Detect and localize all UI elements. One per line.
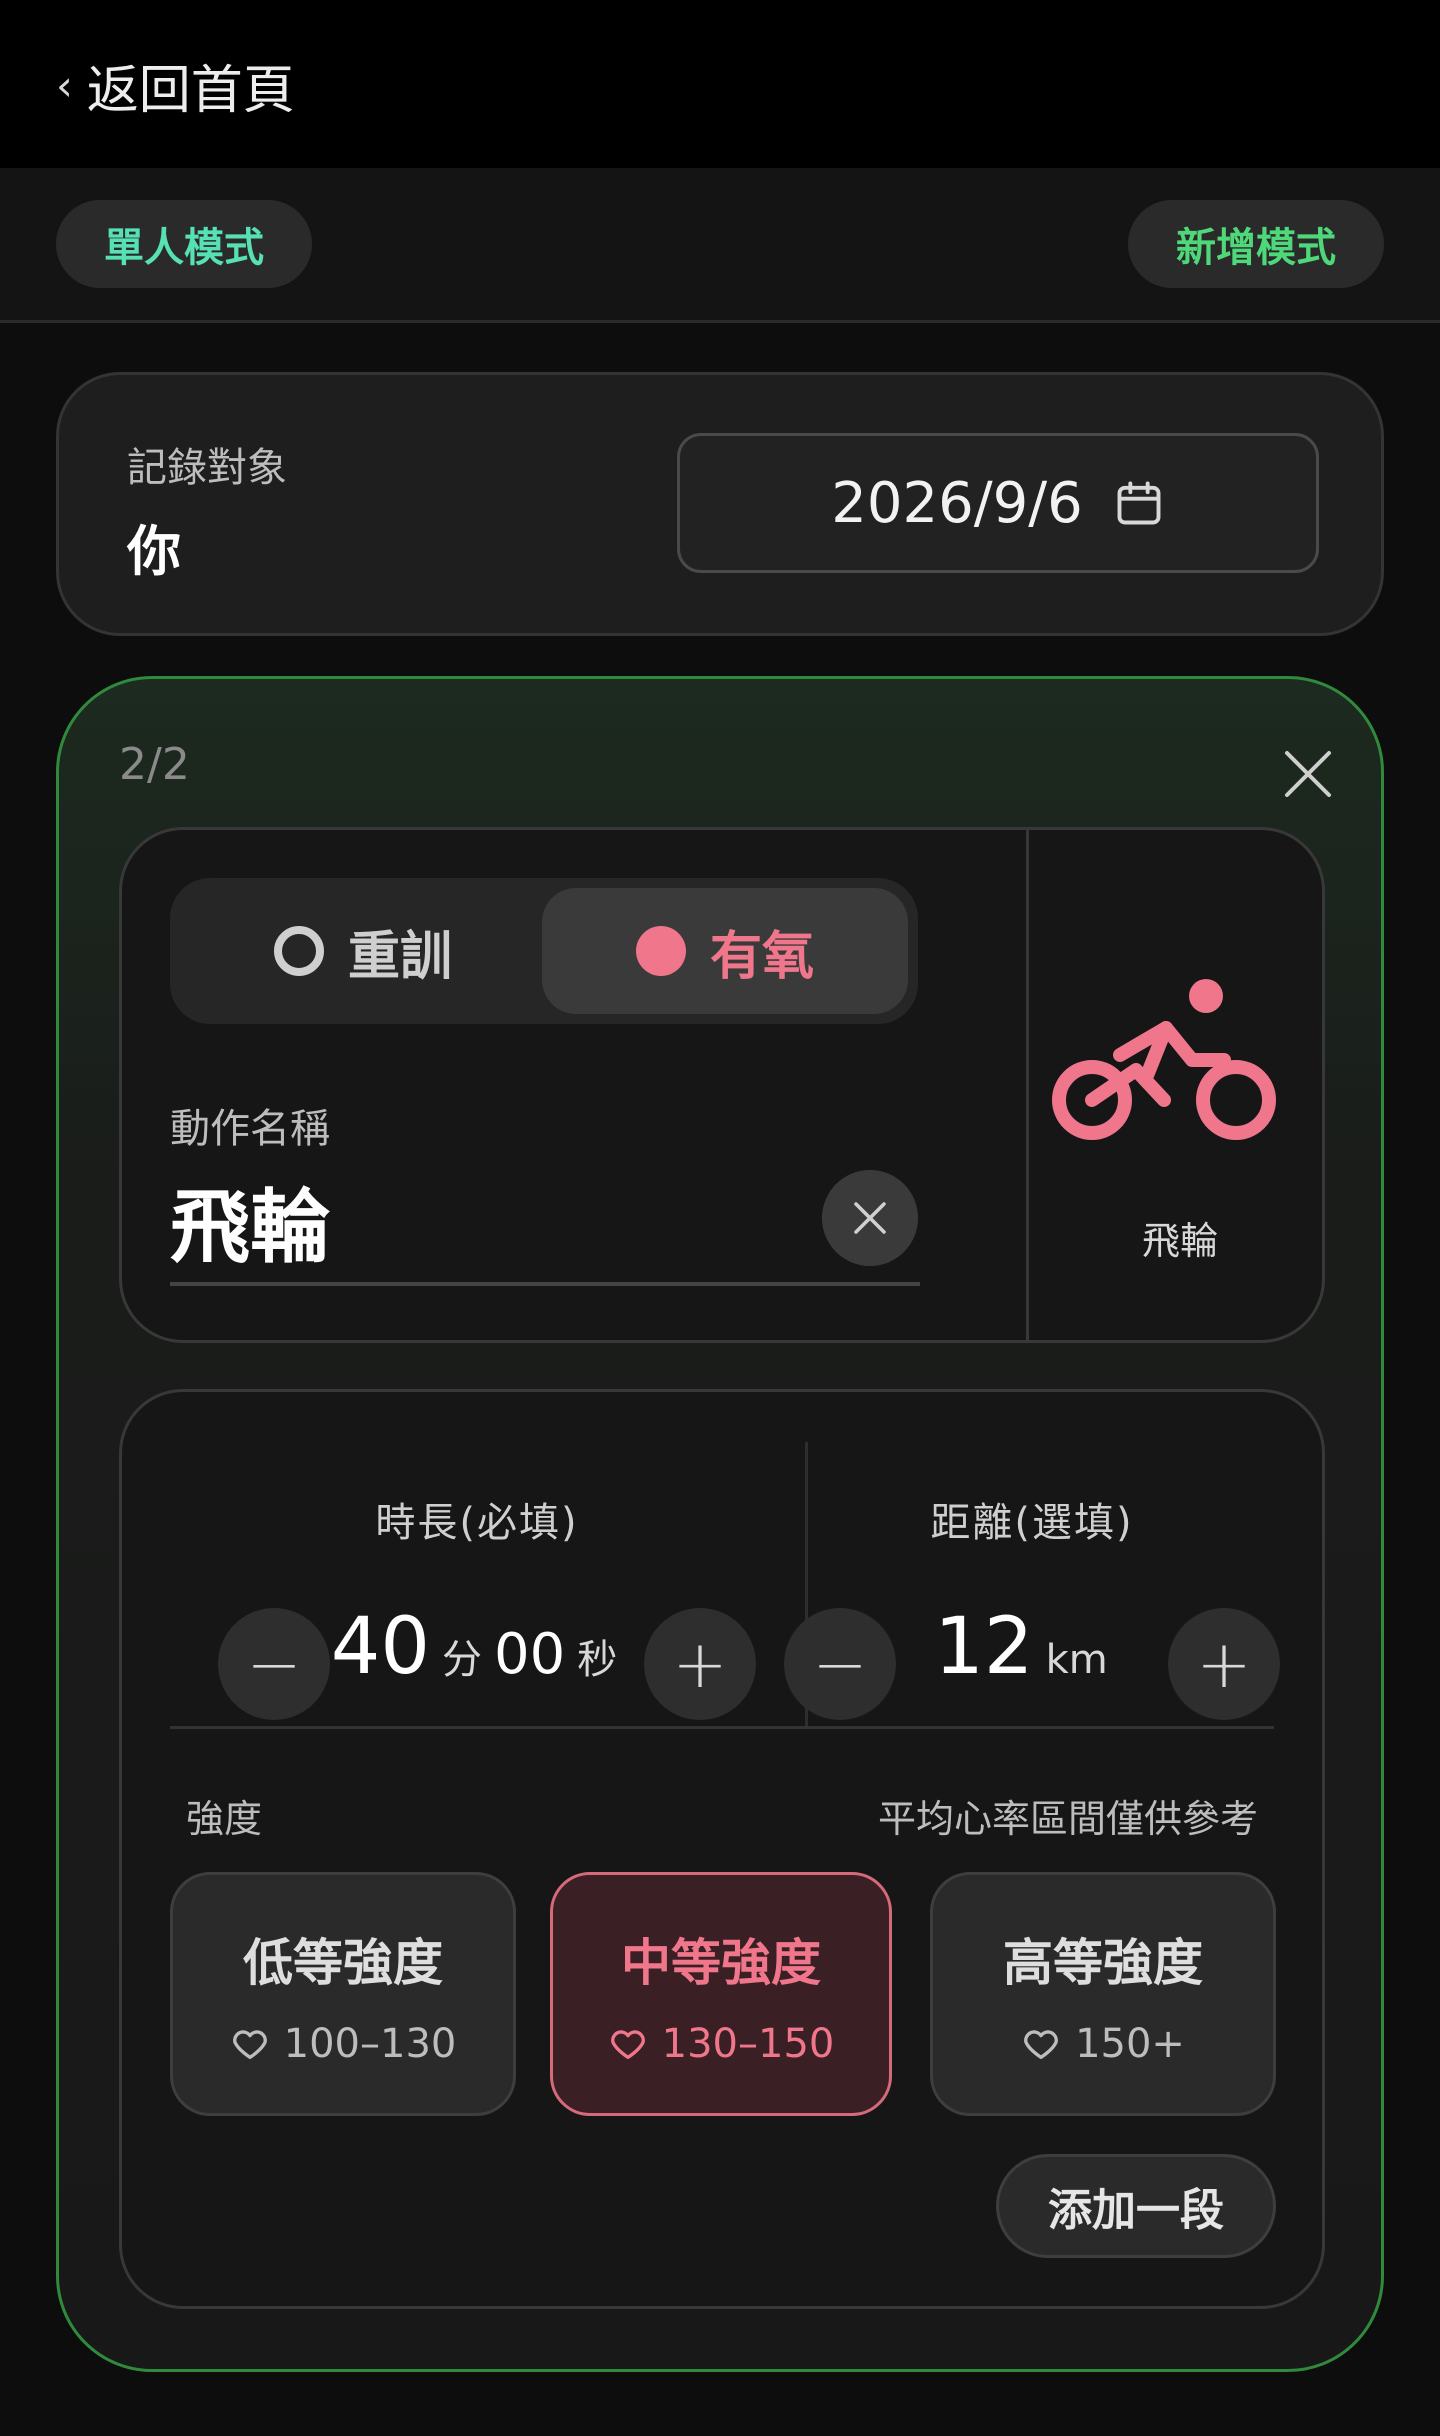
exercise-name-input[interactable]: 飛輪: [170, 1160, 920, 1286]
date-picker-button[interactable]: 2026/9/6: [677, 433, 1319, 573]
clear-name-button[interactable]: [822, 1170, 918, 1266]
type-option-label: 重訓: [347, 926, 452, 987]
distance-minus-button[interactable]: −: [784, 1608, 896, 1720]
type-option-strength[interactable]: 重訓: [180, 888, 546, 1014]
divider: [170, 1726, 1274, 1729]
intensity-title: 高等強度: [1003, 1934, 1203, 1992]
intensity-title: 低等強度: [243, 1934, 443, 1992]
duration-title: 時長(必填): [375, 1500, 579, 1546]
heart-rate-range: 100–130: [173, 2021, 513, 2067]
heart-rate-range: 130–150: [553, 2021, 889, 2067]
intensity-label: 強度: [186, 1797, 263, 1841]
duration-minus-button[interactable]: −: [218, 1608, 330, 1720]
duration-plus-button[interactable]: +: [644, 1608, 756, 1720]
heart-icon: [1024, 2030, 1058, 2059]
top-bar: ‹ 返回首頁: [0, 0, 1440, 168]
exercise-name-value: 飛輪: [170, 1181, 330, 1274]
distance-title: 距離(選填): [930, 1500, 1134, 1546]
duration-seconds-unit: 秒: [577, 1637, 618, 1683]
radio-empty-icon: [273, 926, 324, 976]
record-subject-label: 記錄對象: [127, 445, 287, 491]
exercise-name-label: 動作名稱: [170, 1106, 330, 1152]
record-subject-value: 你: [127, 520, 181, 583]
duration-value[interactable]: 40 分 00 秒: [330, 1602, 630, 1722]
radio-filled-icon: [635, 926, 686, 976]
single-mode-button[interactable]: 單人模式: [56, 200, 312, 288]
heart-rate-value: 130–150: [661, 2021, 835, 2067]
duration-minutes: 40: [330, 1602, 430, 1692]
back-home-link[interactable]: ‹ 返回首頁: [56, 50, 295, 121]
distance-value[interactable]: 12 km: [900, 1602, 1154, 1722]
duration-seconds: 00: [494, 1622, 566, 1687]
exercise-counter: 2/2: [119, 739, 190, 790]
divider: [1026, 830, 1029, 1340]
duration-minutes-unit: 分: [442, 1637, 482, 1683]
mode-bar: 單人模式 新增模式: [0, 168, 1440, 323]
heart-icon: [610, 2030, 645, 2059]
metrics-box: 時長(必填) − 40 分 00 秒 + 距離(選填) − 12 km + 強度…: [119, 1389, 1325, 2309]
intensity-option-medium[interactable]: 中等強度 130–150: [550, 1872, 892, 2116]
add-mode-button[interactable]: 新增模式: [1128, 200, 1384, 288]
heart-icon: [232, 2030, 267, 2059]
cycling-icon: [1052, 979, 1276, 1140]
type-option-cardio[interactable]: 有氧: [542, 888, 908, 1014]
record-card: 記錄對象 你 2026/9/6: [56, 372, 1384, 636]
heart-rate-value: 100–130: [283, 2021, 457, 2067]
duration-control: 時長(必填) − 40 分 00 秒 +: [170, 1440, 784, 1720]
close-icon[interactable]: [1273, 739, 1343, 809]
exercise-type-box: 重訓 有氧 動作名稱 飛輪 飛輪: [119, 827, 1325, 1343]
intensity-title: 中等強度: [621, 1934, 821, 1992]
back-home-label: 返回首頁: [86, 60, 295, 121]
intensity-option-high[interactable]: 高等強度 150+: [930, 1872, 1276, 2116]
calendar-icon: [1117, 481, 1161, 525]
heart-rate-range: 150+: [933, 2021, 1273, 2067]
exercise-icon-label: 飛輪: [1141, 1219, 1218, 1263]
date-value: 2026/9/6: [831, 470, 1083, 536]
distance-number: 12: [934, 1602, 1034, 1692]
exercise-panel: 2/2 重訓 有氧 動作名稱 飛輪 飛輪 時長(必填) − 40 分 00 秒 …: [56, 676, 1384, 2372]
chevron-left-icon: ‹: [56, 60, 73, 110]
heart-rate-value: 150+: [1075, 2021, 1185, 2067]
intensity-option-low[interactable]: 低等強度 100–130: [170, 1872, 516, 2116]
type-option-label: 有氧: [709, 926, 814, 987]
distance-unit: km: [1045, 1637, 1108, 1683]
distance-control: 距離(選填) − 12 km +: [784, 1440, 1280, 1720]
add-segment-button[interactable]: 添加一段: [996, 2154, 1276, 2258]
distance-plus-button[interactable]: +: [1168, 1608, 1280, 1720]
intensity-note: 平均心率區間僅供參考: [877, 1797, 1258, 1841]
exercise-type-toggle: 重訓 有氧: [170, 878, 918, 1024]
